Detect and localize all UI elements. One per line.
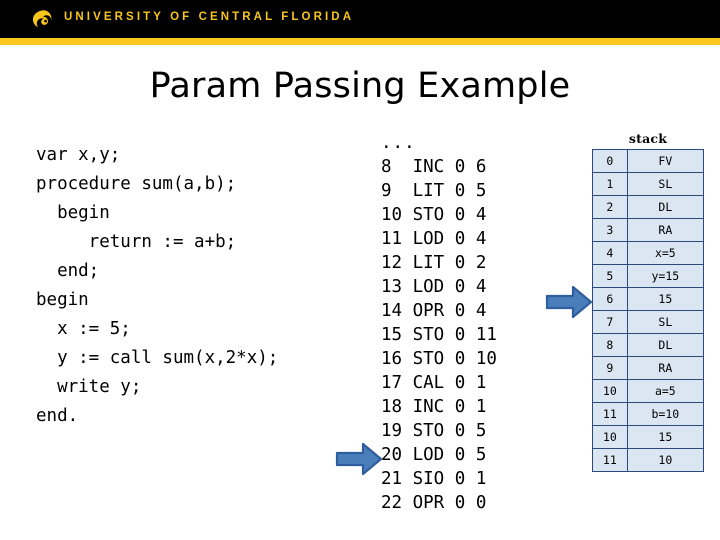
code-line: y := call sum(x,2*x); bbox=[36, 348, 279, 368]
instruction-listing: ... 8 INC 0 6 9 LIT 0 5 10 STO 0 4 11 LOD 0 … bbox=[381, 131, 497, 515]
stack-index-cell: 8 bbox=[592, 333, 628, 357]
stack-index-cell: 11 bbox=[592, 448, 628, 472]
stack-index-cell: 1 bbox=[592, 172, 628, 196]
stack-index-cell: 3 bbox=[592, 218, 628, 242]
stack-value-cell: RA bbox=[626, 356, 705, 380]
stack-index-cell: 10 bbox=[592, 379, 628, 403]
instruction-line: 13 LOD 0 4 bbox=[381, 277, 487, 297]
code-line: x := 5; bbox=[36, 319, 131, 339]
instruction-line: 8 INC 0 6 bbox=[381, 157, 487, 177]
stack-value-cell: b=10 bbox=[626, 402, 705, 426]
stack-value-cell: 10 bbox=[626, 448, 705, 472]
instruction-line: 20 LOD 0 5 bbox=[381, 445, 487, 465]
table-row: 6 15 bbox=[592, 287, 705, 311]
instruction-line: 22 OPR 0 0 bbox=[381, 493, 487, 513]
instruction-line: 10 STO 0 4 bbox=[381, 205, 487, 225]
instruction-line: 17 CAL 0 1 bbox=[381, 373, 487, 393]
table-row: 11 b=10 bbox=[592, 402, 705, 426]
code-line: end. bbox=[36, 406, 79, 426]
instruction-line: 12 LIT 0 2 bbox=[381, 253, 487, 273]
code-line: end; bbox=[36, 261, 100, 281]
stack-value-cell: y=15 bbox=[626, 264, 705, 288]
stack-index-cell: 11 bbox=[592, 402, 628, 426]
table-row: 9 RA bbox=[592, 356, 705, 380]
code-line: begin bbox=[36, 290, 89, 310]
header-gold-divider bbox=[0, 38, 720, 45]
table-row: 10 a=5 bbox=[592, 379, 705, 403]
arrow-right-icon-instruction bbox=[335, 442, 383, 476]
header-wordmark: UNIVERSITY OF CENTRAL FLORIDA bbox=[64, 11, 355, 23]
table-row: 1 SL bbox=[592, 172, 705, 196]
table-row: 8 DL bbox=[592, 333, 705, 357]
stack-value-cell: DL bbox=[626, 333, 705, 357]
table-row: 5 y=15 bbox=[592, 264, 705, 288]
stack-index-cell: 2 bbox=[592, 195, 628, 219]
stack-index-cell: 6 bbox=[592, 287, 628, 311]
instruction-ellipsis: ... bbox=[381, 133, 416, 153]
stack-value-cell: DL bbox=[626, 195, 705, 219]
instruction-line: 16 STO 0 10 bbox=[381, 349, 497, 369]
table-row: 7 SL bbox=[592, 310, 705, 334]
page-title: Param Passing Example bbox=[149, 66, 571, 106]
code-line: begin bbox=[36, 203, 110, 223]
stack-value-cell: SL bbox=[626, 310, 705, 334]
stack-value-cell: SL bbox=[626, 172, 705, 196]
table-row: 3 RA bbox=[592, 218, 705, 242]
stack-index-cell: 0 bbox=[592, 149, 628, 173]
stack-value-cell: RA bbox=[626, 218, 705, 242]
stack-index-cell: 9 bbox=[592, 356, 628, 380]
table-row: 0 FV bbox=[592, 149, 705, 173]
instruction-line: 9 LIT 0 5 bbox=[381, 181, 487, 201]
stack-value-cell: 15 bbox=[626, 425, 705, 449]
stack-index-cell: 10 bbox=[592, 425, 628, 449]
code-line: return := a+b; bbox=[36, 232, 237, 252]
stack-value-cell: a=5 bbox=[626, 379, 705, 403]
stack-index-cell: 4 bbox=[592, 241, 628, 265]
instruction-line: 15 STO 0 11 bbox=[381, 325, 497, 345]
stack-index-cell: 5 bbox=[592, 264, 628, 288]
instruction-line: 14 OPR 0 4 bbox=[381, 301, 487, 321]
stack-value-cell: 15 bbox=[626, 287, 705, 311]
code-line: write y; bbox=[36, 377, 142, 397]
stack-caption: stack bbox=[628, 131, 668, 146]
stack-index-cell: 7 bbox=[592, 310, 628, 334]
table-row: 4 x=5 bbox=[592, 241, 705, 265]
stack-value-cell: FV bbox=[626, 149, 705, 173]
instruction-line: 19 STO 0 5 bbox=[381, 421, 487, 441]
table-row: 11 10 bbox=[592, 448, 705, 472]
code-line: var x,y; bbox=[36, 145, 121, 165]
instruction-line: 11 LOD 0 4 bbox=[381, 229, 487, 249]
header-banner: UNIVERSITY OF CENTRAL FLORIDA bbox=[0, 0, 720, 38]
arrow-right-icon-stack bbox=[545, 285, 593, 319]
stack-table: 0 FV 1 SL 2 DL 3 RA 4 x=5 5 y=15 6 15 7 SL 8 DL 9 RA 10 a=5 11… bbox=[592, 149, 705, 472]
source-code-block: var x,y; procedure sum(a,b); begin return… bbox=[36, 141, 356, 431]
table-row: 10 15 bbox=[592, 425, 705, 449]
instruction-line: 18 INC 0 1 bbox=[381, 397, 487, 417]
code-line: procedure sum(a,b); bbox=[36, 174, 237, 194]
stack-value-cell: x=5 bbox=[626, 241, 705, 265]
instruction-line: 21 SIO 0 1 bbox=[381, 469, 487, 489]
ucf-pegasus-icon bbox=[30, 9, 54, 31]
table-row: 2 DL bbox=[592, 195, 705, 219]
stack-panel: stack 0 FV 1 SL 2 DL 3 RA 4 x=5 5 y=15 6 15 7 SL 8 DL 9 RA 1… bbox=[592, 131, 705, 472]
